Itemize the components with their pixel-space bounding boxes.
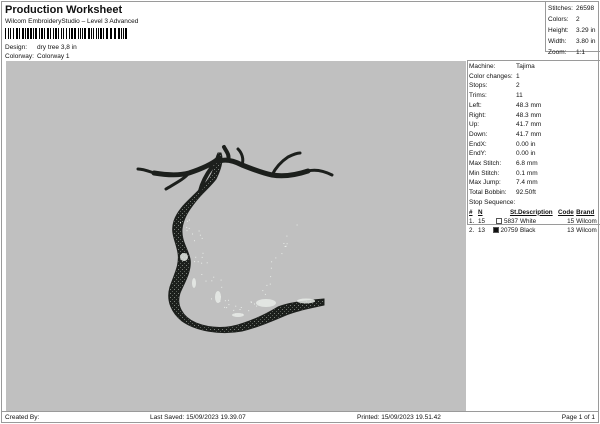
info-label: Max Stitch: xyxy=(469,160,502,168)
stat-width: Width: 3.80 in xyxy=(548,38,596,45)
stat-zoom: Zoom: 1:1 xyxy=(548,49,586,56)
created-by: Created By: xyxy=(5,414,40,421)
info-label: Machine: xyxy=(469,63,496,70)
info-row: Min Stitch: 0.1 mm xyxy=(469,169,599,179)
table-header-row: # N St. Description Code Brand xyxy=(469,208,595,216)
info-row: Left: 48.3 mm xyxy=(469,101,599,111)
info-value: Tajima xyxy=(516,63,535,70)
info-label: Up: xyxy=(469,121,480,129)
software-subtitle: Wilcom EmbroideryStudio – Level 3 Advanc… xyxy=(5,18,139,25)
design-row: Design: dry tree 3,8 in xyxy=(5,43,77,52)
last-saved: Last Saved: 15/09/2023 19.39.07 xyxy=(150,414,246,421)
info-label: Min Stitch: xyxy=(469,169,500,177)
tree-embroidery-image xyxy=(136,145,334,334)
info-value: 6.8 mm xyxy=(516,160,538,168)
info-value: 41.7 mm xyxy=(516,121,542,129)
info-label: EndY: xyxy=(469,150,487,158)
info-label: Color changes: xyxy=(469,72,513,80)
info-row: Color changes: 1 xyxy=(469,72,599,82)
info-value: 2 xyxy=(516,82,520,90)
colorway-value: Colorway 1 xyxy=(37,53,70,60)
info-row: Total Bobbin: 92.50ft xyxy=(469,188,599,198)
tree-branches xyxy=(136,145,334,193)
info-row: Max Stitch: 6.8 mm xyxy=(469,159,599,169)
info-row: EndX: 0.00 in xyxy=(469,140,599,150)
stat-stitches: Stitches: 26598 xyxy=(548,5,595,12)
design-value: dry tree 3,8 in xyxy=(37,44,77,51)
table-row: 1. 15 5837 White 15 Wilcom xyxy=(469,217,597,225)
info-row: Right: 48.3 mm xyxy=(469,111,599,121)
stop-sequence-heading: Stop Sequence: xyxy=(469,198,516,206)
color-swatch xyxy=(496,217,503,224)
machine-info-panel: Machine: Tajima Color changes: 1 Stops: 2 Trim… xyxy=(467,60,600,234)
colorway-row: Colorway: Colorway 1 xyxy=(5,52,70,61)
barcode-image xyxy=(5,28,127,39)
design-preview xyxy=(6,61,466,411)
info-row: Max Jump: 7.4 mm xyxy=(469,178,599,188)
info-row: EndY: 0.00 in xyxy=(469,149,599,159)
info-row: Machine: Tajima xyxy=(469,62,599,72)
info-label: EndX: xyxy=(469,140,487,148)
stats-box: Stitches: 26598 Colors: 2 Height: 3.29 in W… xyxy=(545,2,600,56)
info-label: Right: xyxy=(469,111,486,119)
stop-sequence-table: # N St. Description Code Brand 1. 15 583… xyxy=(469,208,600,236)
info-value: 11 xyxy=(516,92,523,100)
design-label: Design: xyxy=(5,44,28,51)
page-number: Page 1 of 1 xyxy=(561,414,595,421)
info-value: 48.3 mm xyxy=(516,111,542,119)
worksheet-page: Production Worksheet Wilcom EmbroiderySt… xyxy=(1,1,600,423)
info-label: Left: xyxy=(469,101,482,109)
info-row: Trims: 11 xyxy=(469,91,599,101)
info-value: 41.7 mm xyxy=(516,130,542,138)
info-value: 1 xyxy=(516,72,520,80)
info-row: Up: 41.7 mm xyxy=(469,120,599,130)
info-value: 48.3 mm xyxy=(516,101,542,109)
worksheet-title: Production Worksheet xyxy=(5,4,123,16)
info-row: Down: 41.7 mm xyxy=(469,130,599,140)
stat-height: Height: 3.29 in xyxy=(548,27,596,34)
info-label: Total Bobbin: xyxy=(469,189,507,197)
footer: Created By: Last Saved: 15/09/2023 19.39… xyxy=(2,411,598,423)
info-row: Stops: 2 xyxy=(469,81,599,91)
info-value: 0.1 mm xyxy=(516,169,538,177)
tree-trunk xyxy=(168,152,325,334)
table-row: 2. 13 20759 Black 13 Wilcom xyxy=(469,227,597,235)
info-value: 7.4 mm xyxy=(516,179,538,187)
info-value: 0.00 in xyxy=(516,140,536,148)
header: Production Worksheet Wilcom EmbroiderySt… xyxy=(5,4,435,60)
printed-date: Printed: 15/09/2023 19.51.42 xyxy=(357,414,441,421)
info-label: Trims: xyxy=(469,92,487,100)
info-label: Max Jump: xyxy=(469,179,501,187)
info-label: Down: xyxy=(469,130,488,138)
color-swatch xyxy=(492,227,499,234)
info-value: 0.00 in xyxy=(516,150,536,158)
colorway-label: Colorway: xyxy=(5,53,34,60)
stat-colors: Colors: 2 xyxy=(548,16,580,23)
info-value: 92.50ft xyxy=(516,189,536,197)
info-label: Stops: xyxy=(469,82,488,90)
